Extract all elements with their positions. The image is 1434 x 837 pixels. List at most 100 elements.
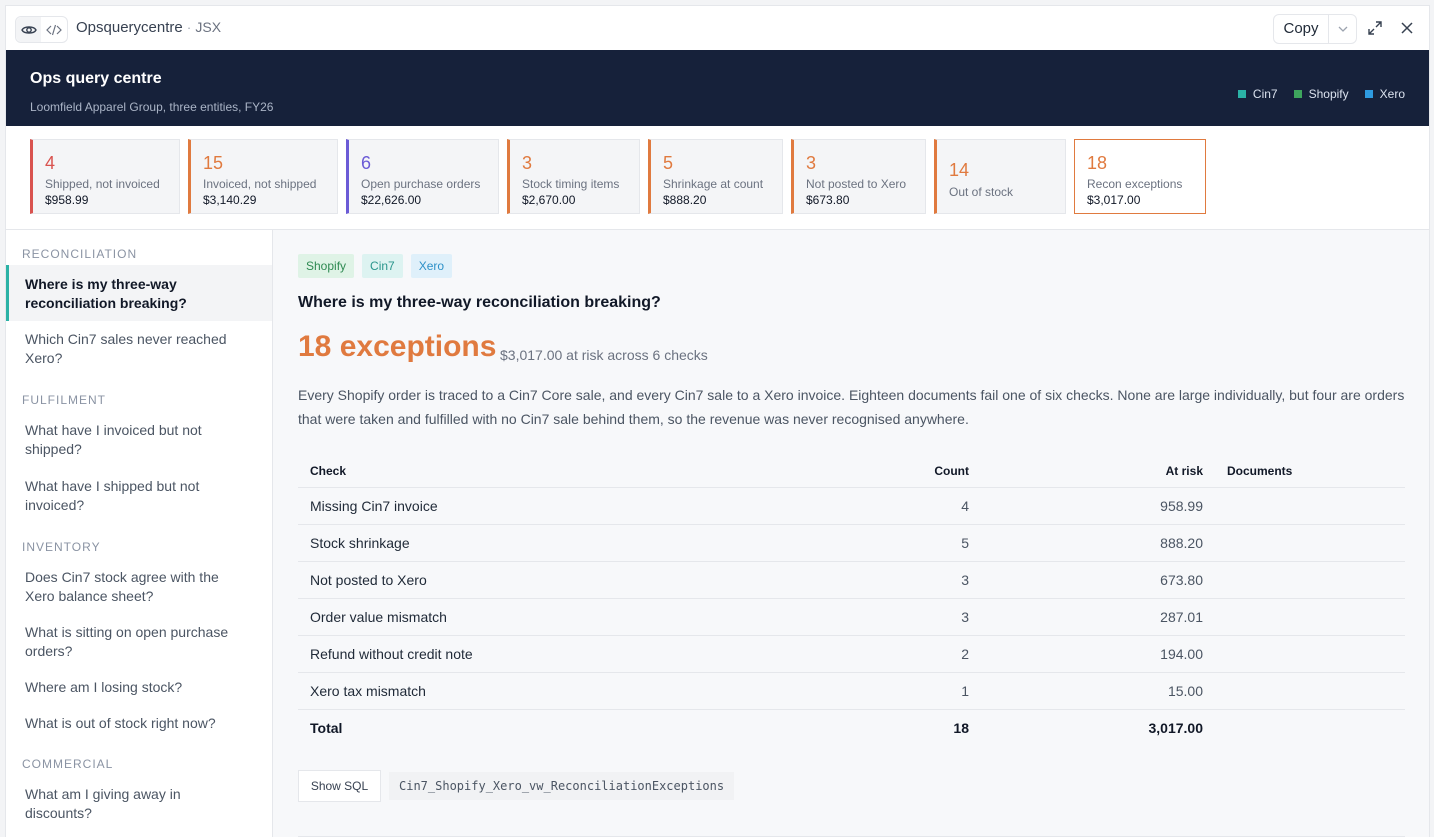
- cell-check: Order value mismatch: [298, 598, 728, 636]
- cell-documents: [1215, 487, 1405, 525]
- sql-view-name: Cin7_Shopify_Xero_vw_ReconciliationExcep…: [389, 772, 735, 800]
- kpi-amount: $958.99: [45, 193, 89, 207]
- expand-icon[interactable]: [1366, 19, 1384, 37]
- kpi-count: 6: [361, 153, 372, 173]
- cell-count: 5: [728, 524, 981, 562]
- chevron-down-icon[interactable]: [1329, 26, 1356, 32]
- cell-count: 3: [728, 561, 981, 599]
- question-heading: Where is my three-way reconciliation bre…: [298, 294, 661, 311]
- kpi-card[interactable]: 4 Shipped, not invoiced $958.99: [30, 139, 180, 214]
- kpi-count: 15: [203, 153, 224, 173]
- sidebar-item[interactable]: What have I shipped but not invoiced?: [25, 477, 250, 515]
- legend-label: Cin7: [1252, 87, 1278, 101]
- kpi-count: 3: [522, 153, 533, 173]
- close-icon[interactable]: [1398, 19, 1416, 37]
- kpi-card[interactable]: 5 Shrinkage at count $888.20: [648, 139, 783, 214]
- cell-documents: [1215, 672, 1405, 710]
- total-documents: [1215, 710, 1405, 747]
- cell-count: 3: [728, 598, 981, 636]
- kpi-amount: $22,626.00: [361, 193, 422, 207]
- kpi-card-selected[interactable]: 18 Recon exceptions $3,017.00: [1074, 139, 1206, 214]
- legend-label: Shopify: [1308, 87, 1349, 101]
- risk-summary: $3,017.00 at risk across 6 checks: [500, 347, 708, 363]
- sidebar-item[interactable]: Where am I losing stock?: [25, 678, 250, 697]
- cell-count: 2: [728, 635, 981, 673]
- kpi-label: Shipped, not invoiced: [45, 177, 160, 191]
- page-subtitle: Loomfield Apparel Group, three entities,…: [30, 100, 274, 114]
- total-at-risk: 3,017.00: [1148, 720, 1204, 736]
- table-row[interactable]: Missing Cin7 invoice 4 958.99: [298, 487, 1405, 525]
- cell-documents: [1215, 524, 1405, 562]
- tag-xero: Xero: [410, 254, 453, 278]
- sidebar-item[interactable]: Where is my three-way reconciliation bre…: [25, 275, 250, 313]
- section-title-fulfilment: FULFILMENT: [22, 393, 107, 407]
- table-row[interactable]: Order value mismatch 3 287.01: [298, 598, 1405, 636]
- cell-count: 1: [728, 672, 981, 710]
- kpi-count: 18: [1087, 153, 1108, 173]
- kpi-amount: $3,017.00: [1087, 193, 1141, 207]
- preview-toolbar: Opsquerycentre · JSX Copy: [6, 6, 1429, 50]
- cell-at-risk: 673.80: [981, 561, 1215, 599]
- code-icon[interactable]: [41, 17, 66, 42]
- kpi-card[interactable]: 15 Invoiced, not shipped $3,140.29: [188, 139, 338, 214]
- section-title-inventory: INVENTORY: [22, 540, 101, 554]
- table-row[interactable]: Not posted to Xero 3 673.80: [298, 561, 1405, 599]
- kpi-label: Recon exceptions: [1087, 177, 1183, 191]
- sidebar-item[interactable]: Which Cin7 sales never reached Xero?: [25, 330, 250, 368]
- artifact-title: Opsquerycentre · JSX: [76, 19, 221, 36]
- sidebar-item[interactable]: What am I giving away in discounts?: [25, 785, 250, 823]
- section-title-commercial: COMMERCIAL: [22, 757, 114, 771]
- sidebar-item[interactable]: Does Cin7 stock agree with the Xero bala…: [25, 568, 250, 606]
- tag-cin7: Cin7: [362, 254, 403, 278]
- kpi-label: Out of stock: [949, 185, 1014, 199]
- kpi-label: Shrinkage at count: [663, 177, 764, 191]
- table-row[interactable]: Stock shrinkage 5 888.20: [298, 524, 1405, 562]
- checks-table: Check Count At risk Documents Missing Ci…: [298, 455, 1405, 746]
- total-label: Total: [310, 720, 343, 736]
- kpi-card[interactable]: 3 Stock timing items $2,670.00: [507, 139, 640, 214]
- legend-item-shopify: Shopify: [1293, 87, 1349, 101]
- column-header-at-risk: At risk: [981, 455, 1215, 488]
- question-sidebar: RECONCILIATION Where is my three-way rec…: [6, 230, 273, 837]
- kpi-count: 14: [949, 160, 970, 180]
- kpi-amount: $888.20: [663, 193, 707, 207]
- kpi-label: Stock timing items: [522, 177, 620, 191]
- table-row[interactable]: Refund without credit note 2 194.00: [298, 635, 1405, 673]
- cell-at-risk: 888.20: [981, 524, 1215, 562]
- kpi-card[interactable]: 3 Not posted to Xero $673.80: [791, 139, 926, 214]
- table-total-row: Total 18 3,017.00: [298, 710, 1405, 747]
- legend-swatch: [1364, 90, 1373, 98]
- kpi-label: Open purchase orders: [361, 177, 481, 191]
- answer-panel: Shopify Cin7 Xero Where is my three-way …: [273, 230, 1429, 837]
- cell-documents: [1215, 598, 1405, 636]
- cell-check: Xero tax mismatch: [298, 672, 728, 710]
- sidebar-item[interactable]: What have I invoiced but not shipped?: [25, 421, 250, 459]
- cell-at-risk: 194.00: [981, 635, 1215, 673]
- section-title-reconciliation: RECONCILIATION: [22, 247, 138, 261]
- copy-button[interactable]: Copy: [1274, 15, 1329, 43]
- kpi-card[interactable]: 6 Open purchase orders $22,626.00: [346, 139, 499, 214]
- sidebar-item[interactable]: What is sitting on open purchase orders?: [25, 623, 250, 661]
- legend-swatch: [1293, 90, 1302, 98]
- source-tags: Shopify Cin7 Xero: [298, 254, 453, 278]
- total-count: 18: [953, 720, 969, 736]
- kpi-card[interactable]: 14 Out of stock: [934, 139, 1066, 214]
- artifact-name: Opsquerycentre: [76, 19, 183, 36]
- sidebar-item[interactable]: What is out of stock right now?: [25, 714, 250, 733]
- kpi-amount: $2,670.00: [522, 193, 576, 207]
- column-header-documents: Documents: [1215, 455, 1405, 488]
- kpi-amount: $3,140.29: [203, 193, 257, 207]
- title-separator: ·: [186, 20, 192, 35]
- show-sql-button[interactable]: Show SQL: [298, 770, 381, 802]
- cell-check: Stock shrinkage: [298, 524, 728, 562]
- answer-paragraph: Every Shopify order is traced to a Cin7 …: [298, 387, 1405, 427]
- preview-icon[interactable]: [16, 17, 41, 42]
- cell-at-risk: 958.99: [981, 487, 1215, 525]
- kpi-count: 3: [806, 153, 817, 173]
- table-row[interactable]: Xero tax mismatch 1 15.00: [298, 672, 1405, 710]
- headline-count: 18 exceptions: [298, 330, 497, 363]
- legend-label: Xero: [1379, 87, 1405, 101]
- artifact-language: JSX: [195, 19, 222, 35]
- source-legend: Cin7 Shopify Xero: [1237, 87, 1405, 101]
- page-title: Ops query centre: [30, 70, 162, 87]
